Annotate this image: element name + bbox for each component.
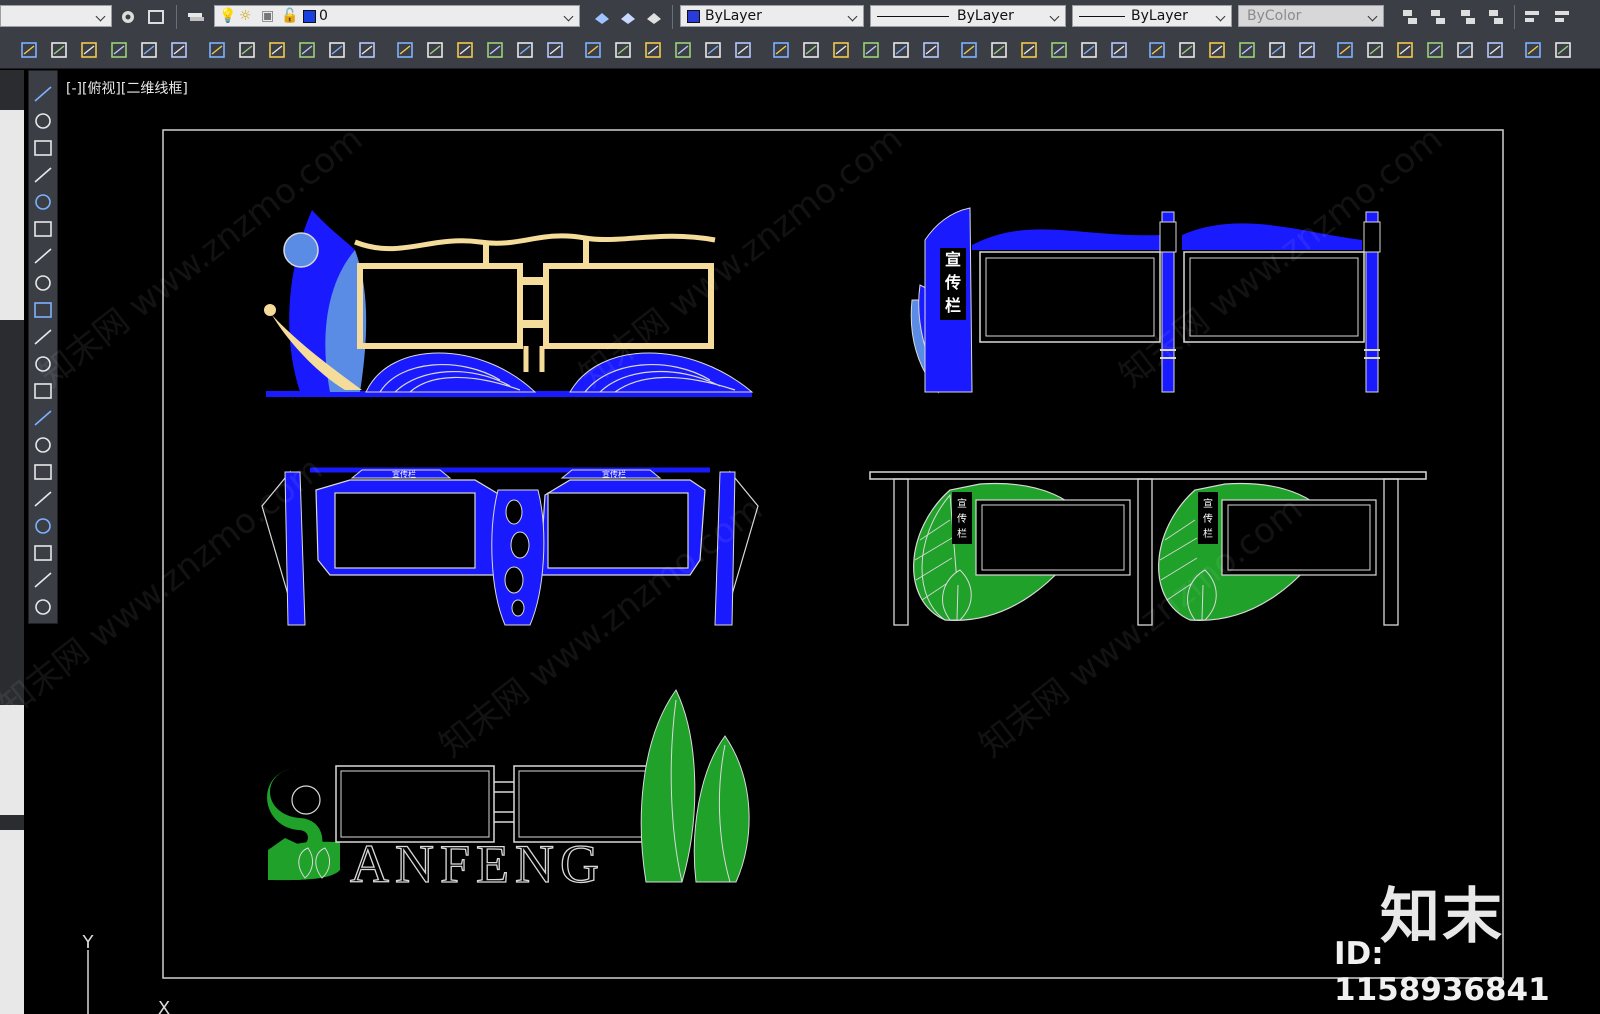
tab-left: 宣传栏: [392, 469, 416, 479]
tab-right: 宣传栏: [602, 469, 626, 479]
title-char-2: 传: [944, 273, 961, 292]
svg-text:传: 传: [1203, 513, 1213, 525]
board-left: [334, 492, 476, 569]
frame-left: [357, 263, 523, 349]
resource-id: ID: 1158936841: [1334, 936, 1550, 1008]
ucs-x-label: X: [158, 998, 170, 1014]
svg-text:宣: 宣: [1203, 497, 1213, 510]
svg-text:宣: 宣: [957, 497, 967, 510]
small-dot: [264, 304, 276, 316]
svg-text:传: 传: [957, 513, 967, 525]
wave-top: [354, 233, 716, 252]
sphere: [283, 232, 319, 268]
ucs-y-label: Y: [82, 932, 95, 953]
roof-beam: [869, 471, 1427, 480]
board-left: [975, 499, 1131, 576]
leaf-left: [640, 689, 696, 883]
board-left: [335, 765, 495, 843]
svg-text:栏: 栏: [957, 527, 967, 540]
board-left: [979, 251, 1161, 343]
leaf-right: [693, 735, 750, 883]
sanfeng-text: ANFENG: [350, 834, 605, 894]
ucs-icon: Y X: [82, 932, 170, 1014]
title-char-3: 栏: [945, 296, 961, 315]
title-char-1: 宣: [945, 250, 961, 269]
